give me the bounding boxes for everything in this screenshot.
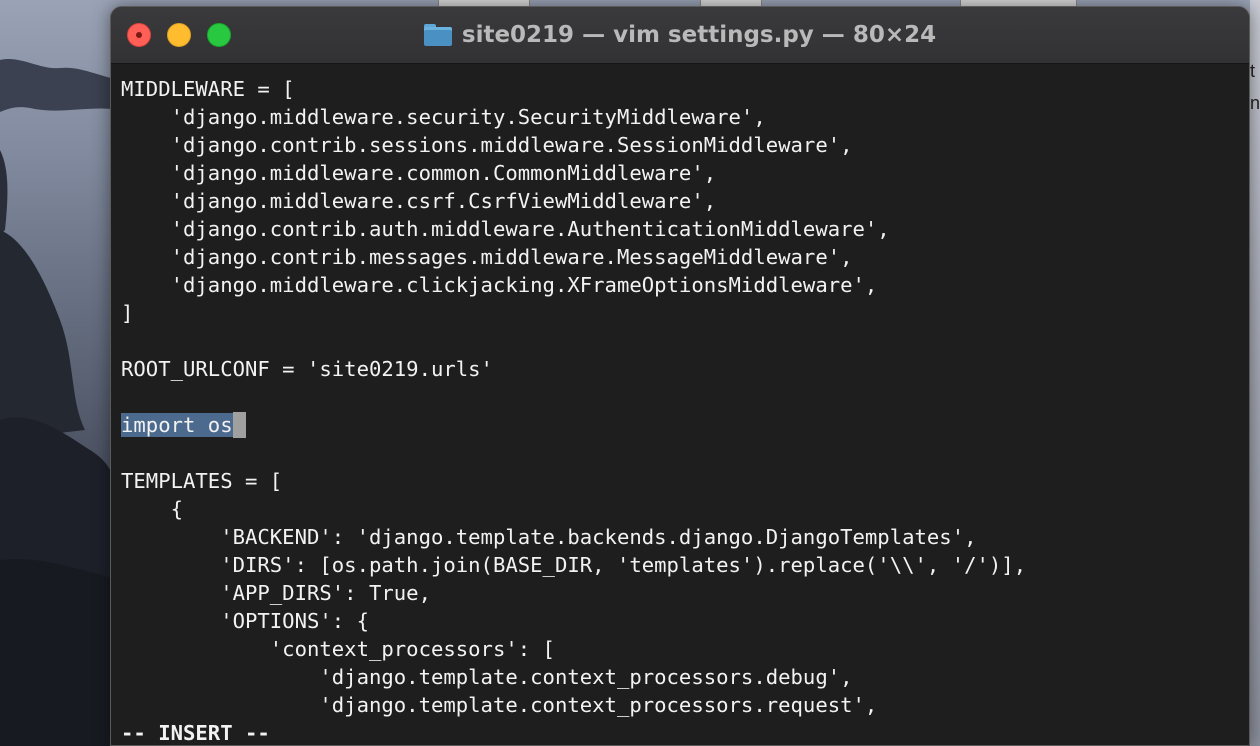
code-line[interactable]: 'django.template.context_processors.debu…: [121, 663, 852, 691]
vim-mode-indicator: -- INSERT --: [121, 721, 270, 745]
background-text-char: n: [1250, 93, 1260, 113]
code-line[interactable]: 'django.middleware.common.CommonMiddlewa…: [121, 159, 717, 187]
window-titlebar[interactable]: site0219 — vim settings.py — 80×24: [111, 7, 1249, 64]
code-line[interactable]: 'BACKEND': 'django.template.backends.dja…: [121, 523, 976, 551]
code-line[interactable]: ROOT_URLCONF = 'site0219.urls': [121, 355, 493, 383]
text-cursor: [232, 412, 246, 438]
code-line[interactable]: TEMPLATES = [: [121, 467, 282, 495]
selected-text[interactable]: import os: [121, 413, 233, 437]
code-line[interactable]: MIDDLEWARE = [: [121, 75, 295, 103]
code-line[interactable]: 'django.middleware.csrf.CsrfViewMiddlewa…: [121, 187, 717, 215]
vim-editor-area[interactable]: MIDDLEWARE = [ 'django.middleware.securi…: [121, 65, 1249, 745]
code-line[interactable]: 'django.contrib.messages.middleware.Mess…: [121, 243, 853, 271]
code-line[interactable]: 'django.middleware.clickjacking.XFrameOp…: [121, 271, 878, 299]
code-line[interactable]: 'APP_DIRS': True,: [121, 579, 431, 607]
code-line[interactable]: ]: [121, 299, 133, 327]
code-line[interactable]: 'django.middleware.security.SecurityMidd…: [121, 103, 766, 131]
code-line[interactable]: 'context_processors': [: [121, 635, 555, 663]
window-title-group: site0219 — vim settings.py — 80×24: [111, 7, 1249, 63]
folder-icon: [423, 24, 452, 46]
code-line[interactable]: {: [121, 495, 183, 523]
background-text-char: t: [1250, 61, 1256, 81]
code-line[interactable]: 'django.template.context_processors.requ…: [121, 691, 877, 719]
code-line[interactable]: 'django.contrib.auth.middleware.Authenti…: [121, 215, 890, 243]
background-window-edge: t n: [1250, 0, 1260, 746]
code-line[interactable]: 'OPTIONS': {: [121, 607, 369, 635]
terminal-window[interactable]: site0219 — vim settings.py — 80×24 MIDDL…: [110, 6, 1250, 746]
window-title: site0219 — vim settings.py — 80×24: [461, 22, 937, 48]
code-line[interactable]: 'django.contrib.sessions.middleware.Sess…: [121, 131, 853, 159]
code-line-current[interactable]: import os: [121, 411, 246, 439]
desktop-wallpaper-rocks: [0, 58, 120, 746]
code-line[interactable]: 'DIRS': [os.path.join(BASE_DIR, 'templat…: [121, 551, 1026, 579]
